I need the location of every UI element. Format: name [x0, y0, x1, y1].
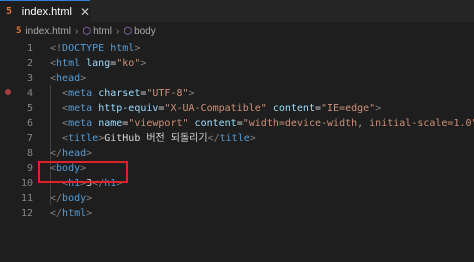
- code-text: <title>GitHub 버전 되돌리기</title>: [50, 131, 256, 146]
- code-line[interactable]: 5 <meta http-equiv="X-UA-Compatible" con…: [0, 101, 474, 116]
- code-token: >: [188, 88, 195, 99]
- code-token: DOCTYPE: [62, 43, 105, 54]
- code-token: "width=device-width, initial-scale=1.0": [242, 118, 474, 129]
- code-token: </: [50, 193, 63, 204]
- html5-icon: 5: [16, 26, 22, 36]
- code-token: charset: [92, 88, 141, 99]
- tab-label: index.html: [21, 5, 72, 18]
- code-token: head: [62, 148, 87, 159]
- breadcrumb-body[interactable]: body: [134, 26, 156, 37]
- tab-bar: 5 index.html ✕: [0, 0, 474, 22]
- code-line[interactable]: 2 <html lang="ko">: [0, 56, 474, 71]
- code-token: title: [68, 133, 99, 144]
- code-token: "X-UA-Compatible": [164, 103, 267, 114]
- code-line[interactable]: 3 <head>: [0, 71, 474, 86]
- code-token: html: [104, 43, 135, 54]
- code-token: >: [86, 148, 93, 159]
- code-text: </head>: [50, 146, 92, 161]
- code-token: >: [86, 193, 93, 204]
- code-token: title: [219, 133, 250, 144]
- tab-index-html[interactable]: 5 index.html ✕: [0, 0, 90, 22]
- close-icon[interactable]: ✕: [80, 5, 90, 19]
- code-text: <meta charset="UTF-8">: [50, 86, 195, 101]
- code-token: meta: [68, 118, 93, 129]
- line-number: 1: [26, 43, 33, 54]
- breadcrumb: 5 index.html › ⬡ html › ⬡ body: [0, 22, 474, 40]
- code-token: </: [50, 148, 63, 159]
- code-token: </: [207, 133, 220, 144]
- breadcrumb-file[interactable]: index.html: [25, 26, 71, 37]
- code-token: >: [375, 103, 382, 114]
- code-line[interactable]: 1 <!DOCTYPE html>: [0, 41, 474, 56]
- code-token: GitHub 버전 되돌리기: [104, 133, 208, 144]
- code-token: "UTF-8": [146, 88, 189, 99]
- code-token: name: [92, 118, 123, 129]
- chevron-right-icon: ›: [75, 25, 79, 37]
- code-token: <!: [50, 43, 63, 54]
- line-number: 7: [26, 133, 33, 144]
- code-text: <meta http-equiv="X-UA-Compatible" conte…: [50, 101, 381, 116]
- code-line[interactable]: 8 </head>: [0, 146, 474, 161]
- code-token: body: [62, 193, 87, 204]
- code-token: >: [140, 58, 147, 69]
- code-token: lang: [80, 58, 111, 69]
- code-token: "ko": [116, 58, 141, 69]
- code-editor[interactable]: 1 <!DOCTYPE html> 2 <html lang="ko"> 3 <head>…: [0, 40, 474, 262]
- element-icon: ⬡: [123, 25, 133, 37]
- line-number: 8: [26, 148, 33, 159]
- code-token: meta: [68, 88, 93, 99]
- line-number: 6: [26, 118, 33, 129]
- breadcrumb-html[interactable]: html: [93, 26, 112, 37]
- code-token: html: [56, 58, 81, 69]
- code-text: </html>: [50, 206, 92, 221]
- code-token: html: [62, 208, 87, 219]
- code-text: </body>: [50, 191, 92, 206]
- line-number: 10: [20, 178, 33, 189]
- code-token: head: [56, 73, 81, 84]
- code-token: "viewport": [128, 118, 189, 129]
- line-number: 2: [26, 58, 33, 69]
- code-token: >: [86, 208, 93, 219]
- code-token: >: [80, 73, 87, 84]
- code-token: "IE=edge": [321, 103, 376, 114]
- code-line[interactable]: 12 </html>: [0, 206, 474, 221]
- chevron-right-icon: ›: [115, 25, 120, 37]
- code-text: <!DOCTYPE html>: [50, 41, 140, 56]
- line-number: 11: [20, 193, 33, 204]
- code-token: content: [188, 118, 237, 129]
- highlight-box: [38, 161, 128, 183]
- code-token: http-equiv: [92, 103, 159, 114]
- line-number: 3: [26, 73, 33, 84]
- line-number: 5: [26, 103, 33, 114]
- html5-icon: 5: [6, 5, 13, 17]
- code-token: meta: [68, 103, 93, 114]
- code-line[interactable]: 4 <meta charset="UTF-8">: [0, 86, 474, 101]
- code-text: <head>: [50, 71, 86, 86]
- line-number: 12: [20, 208, 33, 219]
- code-token: >: [249, 133, 256, 144]
- code-line[interactable]: 7 <title>GitHub 버전 되돌리기</title>: [0, 131, 474, 146]
- code-token: </: [50, 208, 63, 219]
- code-text: <meta name="viewport" content="width=dev…: [50, 116, 474, 131]
- code-token: content: [266, 103, 315, 114]
- line-number: 4: [26, 88, 33, 99]
- code-text: <html lang="ko">: [50, 56, 146, 71]
- code-line[interactable]: 11 </body>: [0, 191, 474, 206]
- line-number: 9: [26, 163, 33, 174]
- element-icon: ⬡: [82, 25, 92, 37]
- code-line[interactable]: 6 <meta name="viewport" content="width=d…: [0, 116, 474, 131]
- code-token: >: [134, 43, 141, 54]
